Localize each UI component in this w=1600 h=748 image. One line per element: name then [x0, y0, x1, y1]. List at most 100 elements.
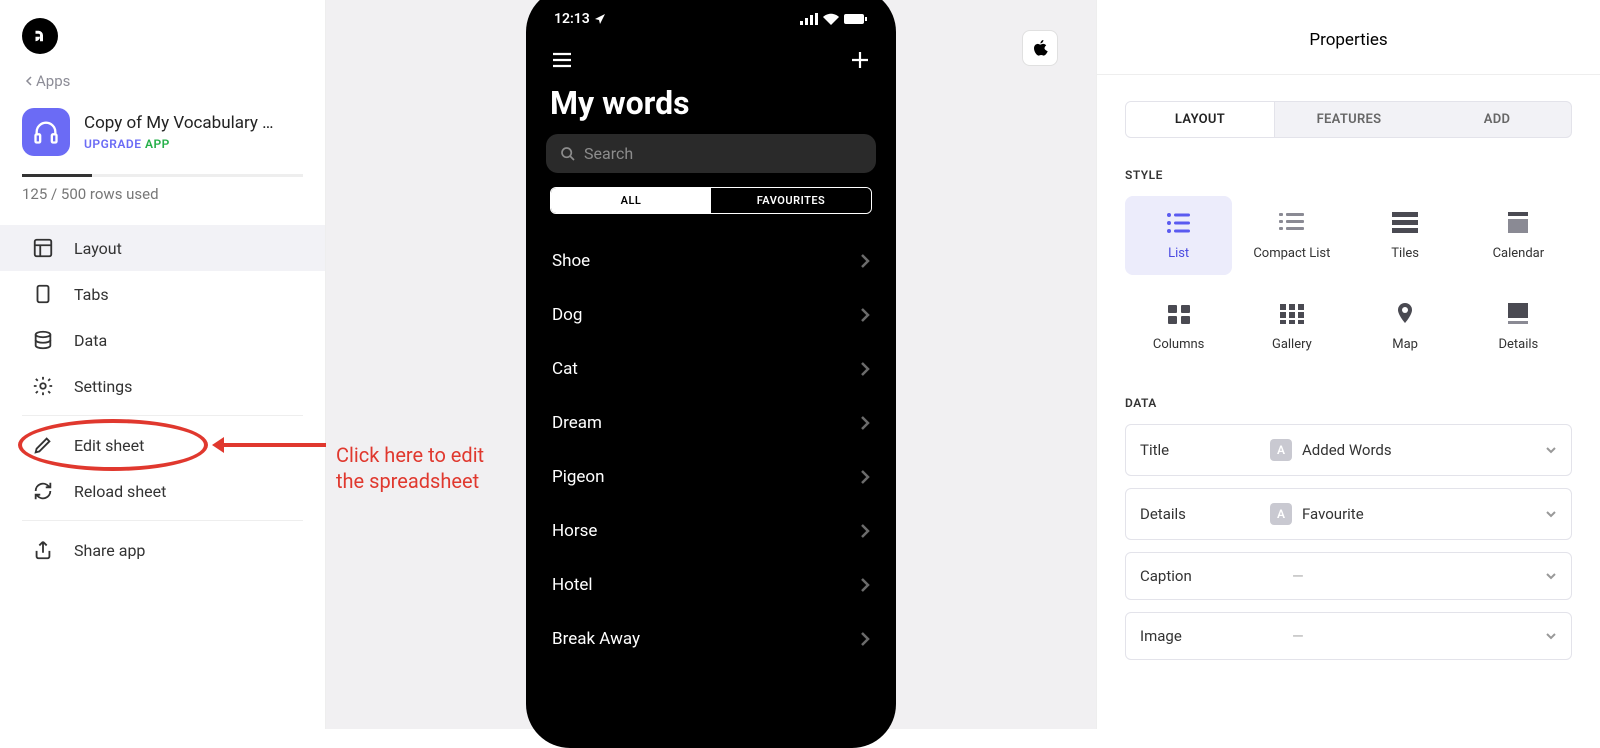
sidebar-item-reload-sheet[interactable]: Reload sheet — [0, 468, 325, 514]
data-field-caption[interactable]: Caption — — [1125, 552, 1572, 600]
sidebar-item-layout[interactable]: Layout — [0, 225, 325, 271]
panel-tabs: LAYOUT FEATURES ADD — [1125, 101, 1572, 138]
layout-icon — [32, 237, 54, 259]
seg-all[interactable]: ALL — [551, 188, 711, 213]
search-placeholder: Search — [584, 144, 633, 163]
style-grid: List Compact List Tiles Calendar Columns… — [1125, 196, 1572, 366]
style-section-label: STYLE — [1125, 168, 1572, 182]
gear-icon — [32, 375, 54, 397]
app-name: Copy of My Vocabulary … — [84, 113, 274, 133]
platform-toggle-apple[interactable] — [1022, 30, 1058, 66]
style-calendar[interactable]: Calendar — [1465, 196, 1572, 275]
search-icon — [560, 146, 576, 162]
caret-down-icon — [1545, 444, 1557, 456]
sidebar-item-data[interactable]: Data — [0, 317, 325, 363]
sidebar: Apps Copy of My Vocabulary … UPGRADE APP… — [0, 0, 326, 729]
chevron-right-icon — [860, 254, 870, 268]
sidebar-item-label: Settings — [74, 377, 132, 396]
chevron-right-icon — [860, 578, 870, 592]
app-logo[interactable] — [22, 18, 58, 54]
upgrade-link[interactable]: UPGRADE APP — [84, 137, 274, 151]
progress-bar — [22, 174, 92, 177]
column-badge: A — [1270, 503, 1292, 525]
sidebar-item-label: Edit sheet — [74, 436, 144, 455]
gallery-icon — [1277, 301, 1307, 327]
headphones-icon — [32, 118, 60, 146]
data-section-label: DATA — [1125, 396, 1572, 410]
hamburger-icon[interactable] — [550, 48, 574, 72]
data-field-title[interactable]: Title A Added Words — [1125, 424, 1572, 476]
list-item[interactable]: Horse — [546, 504, 876, 558]
sidebar-item-tabs[interactable]: Tabs — [0, 271, 325, 317]
style-list[interactable]: List — [1125, 196, 1232, 275]
properties-panel: Properties LAYOUT FEATURES ADD STYLE Lis… — [1096, 0, 1600, 729]
phone-preview: 12:13 My words Search ALL FAVOURITES — [526, 0, 896, 748]
sidebar-item-edit-sheet[interactable]: Edit sheet — [0, 422, 325, 468]
status-left: 12:13 — [554, 11, 606, 27]
sidebar-item-label: Data — [74, 331, 107, 350]
list-item[interactable]: Dream — [546, 396, 876, 450]
wifi-icon — [823, 13, 839, 25]
battery-icon — [844, 13, 868, 25]
sidebar-item-label: Layout — [74, 239, 122, 258]
app-icon — [22, 108, 70, 156]
map-icon — [1390, 301, 1420, 327]
data-field-image[interactable]: Image — — [1125, 612, 1572, 660]
notch — [626, 0, 796, 16]
style-details[interactable]: Details — [1465, 287, 1572, 366]
calendar-icon — [1503, 210, 1533, 236]
divider — [22, 415, 303, 416]
annotation-arrow — [210, 435, 330, 455]
panel-body: LAYOUT FEATURES ADD STYLE List Compact L… — [1097, 75, 1600, 672]
list-item[interactable]: Dog — [546, 288, 876, 342]
chevron-right-icon — [860, 308, 870, 322]
divider — [22, 520, 303, 521]
list-item[interactable]: Break Away — [546, 612, 876, 666]
sidebar-item-label: Tabs — [74, 285, 109, 304]
style-columns[interactable]: Columns — [1125, 287, 1232, 366]
tabs-icon — [32, 283, 54, 305]
search-input[interactable]: Search — [546, 134, 876, 173]
list-item[interactable]: Pigeon — [546, 450, 876, 504]
back-to-apps[interactable]: Apps — [0, 66, 325, 98]
app-header: Copy of My Vocabulary … UPGRADE APP — [0, 98, 325, 160]
segmented-control: ALL FAVOURITES — [550, 187, 872, 214]
side-nav: Layout Tabs Data Settings Edit sheet Rel… — [0, 225, 325, 573]
sidebar-item-share-app[interactable]: Share app — [0, 527, 325, 573]
chevron-right-icon — [860, 524, 870, 538]
style-tiles[interactable]: Tiles — [1352, 196, 1459, 275]
style-compact-list[interactable]: Compact List — [1238, 196, 1345, 275]
sidebar-item-settings[interactable]: Settings — [0, 363, 325, 409]
chevron-right-icon — [860, 362, 870, 376]
details-icon — [1503, 301, 1533, 327]
tab-features[interactable]: FEATURES — [1275, 102, 1423, 137]
screen-title: My words — [546, 78, 876, 134]
share-icon — [32, 539, 54, 561]
style-map[interactable]: Map — [1352, 287, 1459, 366]
column-badge: A — [1270, 439, 1292, 461]
list-item[interactable]: Hotel — [546, 558, 876, 612]
list-item[interactable]: Cat — [546, 342, 876, 396]
tab-add[interactable]: ADD — [1423, 102, 1571, 137]
phone-screen: My words Search ALL FAVOURITES Shoe Dog … — [534, 32, 888, 666]
plus-icon[interactable] — [848, 48, 872, 72]
location-icon — [594, 13, 606, 25]
reload-icon — [32, 480, 54, 502]
status-right — [800, 13, 868, 25]
chevron-right-icon — [860, 416, 870, 430]
logo-wrap — [0, 0, 325, 66]
annotation-text: Click here to edit the spreadsheet — [336, 442, 484, 494]
word-list: Shoe Dog Cat Dream Pigeon Horse Hotel Br… — [546, 234, 876, 666]
seg-favourites[interactable]: FAVOURITES — [711, 188, 871, 213]
sidebar-item-label: Share app — [74, 541, 145, 560]
tab-layout[interactable]: LAYOUT — [1126, 102, 1275, 137]
back-label: Apps — [36, 72, 70, 90]
chevron-left-icon — [24, 76, 34, 86]
columns-icon — [1164, 301, 1194, 327]
phone-topbar — [546, 40, 876, 78]
style-gallery[interactable]: Gallery — [1238, 287, 1345, 366]
list-item[interactable]: Shoe — [546, 234, 876, 288]
data-field-details[interactable]: Details A Favourite — [1125, 488, 1572, 540]
database-icon — [32, 329, 54, 351]
app-meta: Copy of My Vocabulary … UPGRADE APP — [84, 113, 274, 151]
